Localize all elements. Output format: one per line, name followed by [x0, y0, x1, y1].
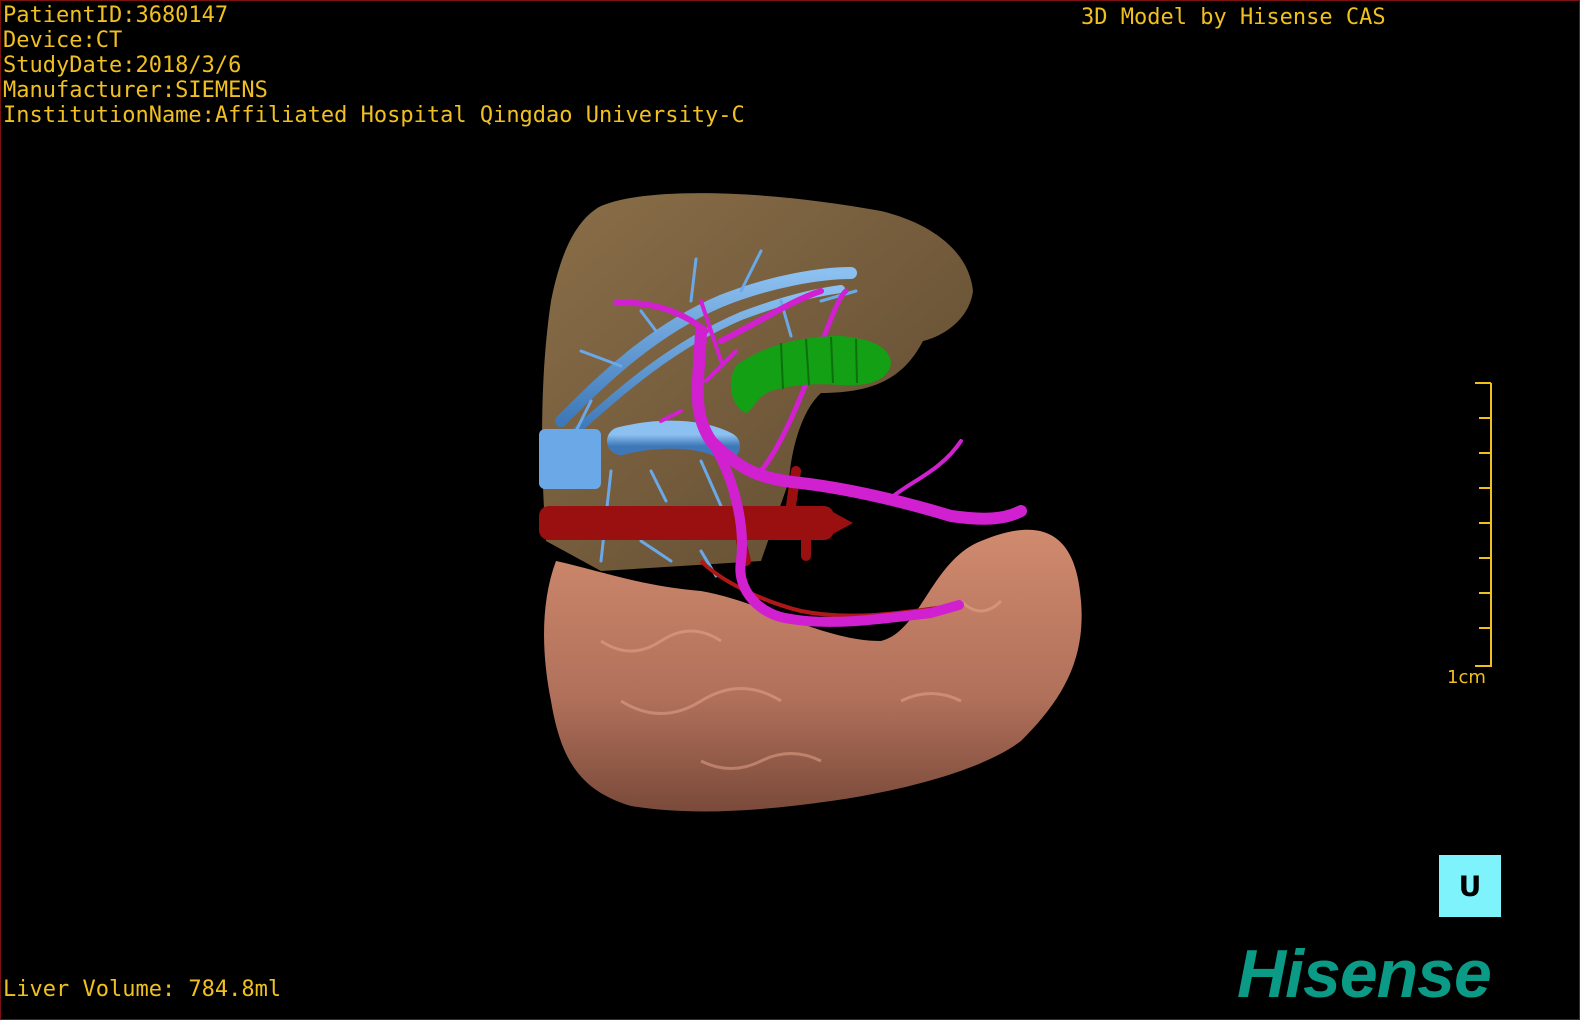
ivc-segment — [539, 429, 601, 489]
orientation-cube[interactable]: ᑌ — [1439, 855, 1501, 917]
3d-viewport[interactable]: PatientID:3680147 Device:CT StudyDate:20… — [0, 0, 1580, 1020]
scale-label: 1cm — [1447, 667, 1486, 688]
scale-bar — [1475, 382, 1492, 667]
liver-lower-segment — [544, 529, 1082, 812]
hisense-logo: Hisense — [1237, 936, 1492, 1012]
liver-volume-label: Liver Volume: 784.8ml — [3, 977, 282, 1002]
liver-3d-model[interactable] — [1, 1, 1579, 1019]
